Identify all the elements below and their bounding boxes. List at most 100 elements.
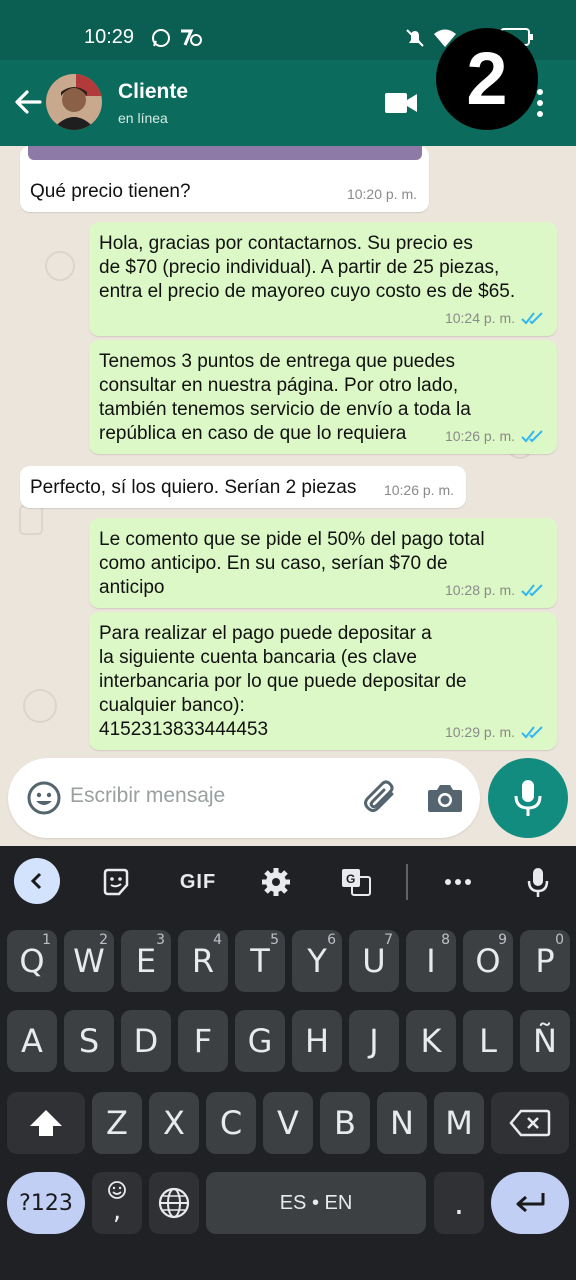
- translate-icon: G: [342, 869, 371, 896]
- key-d[interactable]: D: [121, 1010, 171, 1072]
- keyboard-collapse-button[interactable]: [14, 858, 60, 904]
- message-meta: 10:24 p. m.: [445, 306, 545, 330]
- key-v[interactable]: V: [263, 1092, 313, 1154]
- message-composer: Escribir mensaje: [0, 758, 576, 848]
- chat-header: Cliente en línea 2: [0, 28, 576, 146]
- key-i[interactable]: I8: [406, 930, 456, 992]
- message-time: 10:28 p. m.: [444, 582, 515, 598]
- message-meta: 10:20 p. m.: [347, 182, 417, 206]
- enter-key[interactable]: [491, 1172, 569, 1234]
- message-bubble-outgoing[interactable]: Para realizar el pago puede depositar a …: [89, 612, 557, 750]
- key-r[interactable]: R4: [178, 930, 228, 992]
- mute-icon: [406, 29, 424, 47]
- message-bubble-outgoing[interactable]: Hola, gracias por contactarnos. Su preci…: [89, 222, 557, 336]
- globe-icon: [158, 1187, 190, 1219]
- key-q[interactable]: Q1: [7, 930, 57, 992]
- language-key[interactable]: [149, 1172, 199, 1234]
- camera-icon[interactable]: [426, 780, 464, 816]
- symbols-key[interactable]: ?123: [7, 1172, 85, 1234]
- voice-record-button[interactable]: [488, 758, 568, 838]
- chevron-left-icon: [30, 872, 42, 890]
- video-call-icon[interactable]: [384, 90, 418, 116]
- message-text: Le comento que se pide el 50% del pago t…: [99, 529, 485, 598]
- message-bubble-outgoing[interactable]: Le comento que se pide el 50% del pago t…: [89, 518, 557, 608]
- composer-box[interactable]: Escribir mensaje: [8, 758, 480, 838]
- keyboard: GIF G Q 1 W 2 E 3 R 4 T 5 Y 6 U 7 I 8 O …: [0, 846, 576, 1280]
- translate-button[interactable]: G: [336, 862, 376, 902]
- read-ticks-icon: [521, 584, 543, 597]
- key-n[interactable]: N: [377, 1092, 427, 1154]
- message-meta: 10:29 p. m.: [445, 720, 545, 744]
- status-time: 10:29: [84, 26, 135, 48]
- settings-button[interactable]: [256, 862, 296, 902]
- message-meta: 10:26 p. m.: [445, 424, 545, 448]
- key-w[interactable]: W2: [64, 930, 114, 992]
- media-preview[interactable]: [28, 146, 422, 160]
- message-text: Perfecto, sí los quiero. Serían 2 piezas: [30, 477, 357, 498]
- backspace-icon: [509, 1109, 551, 1137]
- chat-area[interactable]: Qué precio tienen? 10:20 p. m. Hola, gra…: [0, 146, 576, 846]
- key-f[interactable]: F: [178, 1010, 228, 1072]
- more-options-button[interactable]: [438, 862, 478, 902]
- key-t[interactable]: T5: [235, 930, 285, 992]
- message-bubble-incoming[interactable]: Qué precio tienen? 10:20 p. m.: [20, 146, 429, 212]
- message-time: 10:29 p. m.: [444, 724, 515, 740]
- message-text: Hola, gracias por contactarnos. Su preci…: [99, 233, 516, 302]
- key-c[interactable]: C: [206, 1092, 256, 1154]
- contact-name[interactable]: Cliente: [118, 80, 188, 104]
- key-z[interactable]: Z: [92, 1092, 142, 1154]
- message-meta: 10:28 p. m.: [445, 578, 545, 602]
- key-j[interactable]: J: [349, 1010, 399, 1072]
- key-a[interactable]: A: [7, 1010, 57, 1072]
- message-input[interactable]: Escribir mensaje: [70, 784, 225, 808]
- avatar[interactable]: [46, 74, 102, 130]
- key-o[interactable]: O9: [463, 930, 513, 992]
- message-bubble-outgoing[interactable]: Tenemos 3 puntos de entrega que puedes c…: [89, 340, 557, 454]
- message-bubble-incoming[interactable]: Perfecto, sí los quiero. Serían 2 piezas…: [20, 466, 466, 508]
- emoji-icon[interactable]: [26, 780, 62, 816]
- toolbar-divider: [406, 864, 408, 900]
- key-s[interactable]: S: [64, 1010, 114, 1072]
- period-key[interactable]: .: [434, 1172, 484, 1234]
- alarm-icon: [181, 29, 202, 46]
- shift-key[interactable]: [7, 1092, 85, 1154]
- keyboard-toolbar: GIF G: [0, 846, 576, 918]
- comma-label: ,: [112, 1196, 122, 1226]
- sticker-button[interactable]: [96, 862, 136, 902]
- space-key[interactable]: ES • EN: [206, 1172, 426, 1234]
- number-badge: 2: [436, 28, 538, 130]
- key-p[interactable]: P0: [520, 930, 570, 992]
- key-k[interactable]: K: [406, 1010, 456, 1072]
- key-b[interactable]: B: [320, 1092, 370, 1154]
- attach-icon[interactable]: [362, 780, 402, 816]
- key-m[interactable]: M: [434, 1092, 484, 1154]
- gif-button[interactable]: GIF: [176, 862, 220, 902]
- read-ticks-icon: [521, 726, 543, 739]
- voice-input-button[interactable]: [518, 862, 558, 902]
- message-meta: 10:26 p. m.: [384, 478, 454, 502]
- key-y[interactable]: Y6: [292, 930, 342, 992]
- key-g[interactable]: G: [235, 1010, 285, 1072]
- mic-icon: [514, 780, 542, 816]
- enter-icon: [516, 1193, 545, 1213]
- shift-icon: [30, 1110, 62, 1136]
- key-enye[interactable]: Ñ: [520, 1010, 570, 1072]
- back-arrow-icon[interactable]: [10, 84, 46, 120]
- key-h[interactable]: H: [292, 1010, 342, 1072]
- key-x[interactable]: X: [149, 1092, 199, 1154]
- message-time: 10:24 p. m.: [444, 310, 515, 326]
- message-text: Qué precio tienen?: [30, 181, 191, 202]
- sticker-icon: [103, 868, 129, 896]
- message-text: Tenemos 3 puntos de entrega que puedes c…: [99, 351, 471, 444]
- backspace-key[interactable]: [491, 1092, 569, 1154]
- message-time: 10:26 p. m.: [383, 482, 454, 498]
- emoji-comma-key[interactable]: ,: [92, 1172, 142, 1234]
- read-ticks-icon: [521, 430, 543, 443]
- key-u[interactable]: U7: [349, 930, 399, 992]
- message-text: Para realizar el pago puede depositar a …: [99, 623, 467, 740]
- read-ticks-icon: [521, 312, 543, 325]
- key-e[interactable]: E3: [121, 930, 171, 992]
- key-l[interactable]: L: [463, 1010, 513, 1072]
- whatsapp-icon: [152, 29, 170, 47]
- more-horiz-icon: [445, 879, 471, 885]
